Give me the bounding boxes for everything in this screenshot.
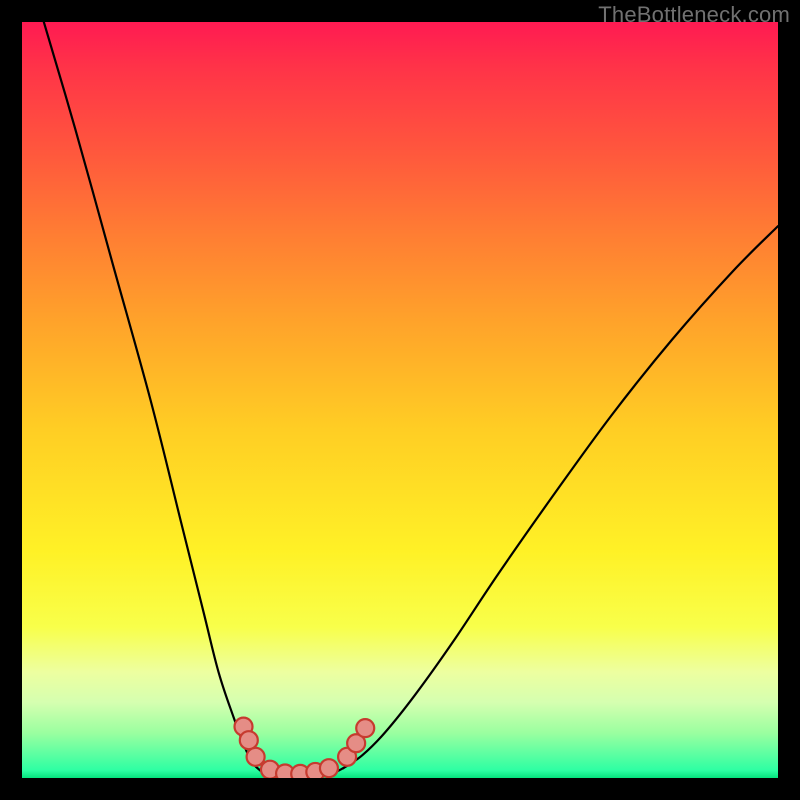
right-bead-3 [356, 719, 374, 737]
chart-plot-area [22, 22, 778, 778]
left-bead-3 [247, 748, 265, 766]
curve-right-branch [343, 226, 778, 768]
valley-bead-5 [320, 759, 338, 777]
curve-left-branch [37, 22, 260, 770]
chart-svg [22, 22, 778, 778]
marker-group [235, 718, 375, 778]
watermark-text: TheBottleneck.com [598, 2, 790, 28]
left-bead-2 [240, 731, 258, 749]
